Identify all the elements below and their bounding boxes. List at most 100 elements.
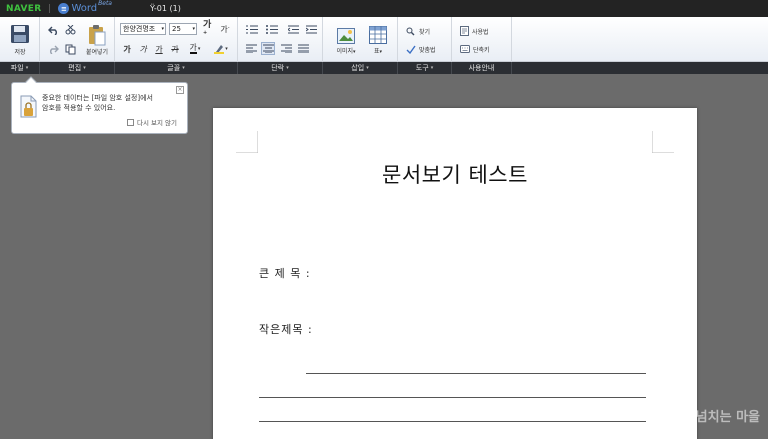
justify-button[interactable]	[296, 42, 310, 55]
document-field-subtitle[interactable]: 작은제목 :	[259, 321, 313, 337]
underline-rule	[259, 397, 646, 398]
chevron-down-icon: ▾	[161, 26, 164, 32]
underline-icon: 가	[155, 44, 163, 54]
paste-button[interactable]: 붙여넣기	[82, 21, 112, 59]
divider	[49, 4, 51, 13]
spellcheck-label: 맞춤법	[419, 46, 436, 54]
align-center-button[interactable]	[261, 42, 275, 55]
insert-table-button[interactable]: 표▾	[363, 21, 393, 59]
file-menu[interactable]: 파일 ▾	[0, 62, 40, 74]
font-menu[interactable]: 글꼴 ▾	[115, 62, 238, 74]
outdent-icon	[287, 25, 299, 33]
numbered-list-button[interactable]	[244, 23, 260, 35]
align-left-button[interactable]	[244, 42, 258, 55]
underline-rule	[306, 373, 646, 374]
tooltip-line-1: 중요한 데이터는 [파일 암호 설정]에서	[42, 94, 153, 102]
paragraph-group	[238, 17, 323, 62]
increase-indent-button[interactable]	[304, 23, 318, 35]
beta-badge: Beta	[98, 0, 112, 7]
table-icon	[369, 25, 387, 44]
undo-button[interactable]	[47, 24, 59, 36]
save-button[interactable]: 저장	[6, 21, 34, 59]
highlight-button[interactable]: ▾	[211, 43, 231, 55]
chevron-down-icon: ▾	[286, 65, 289, 71]
floppy-disk-icon	[11, 25, 29, 43]
document-title[interactable]: Ÿ-01 (1)	[150, 4, 181, 13]
font-group: 한양견명조 ▾ 25 ▾ 가+ 가- 가 가 가 가 가 ▾ ▾	[115, 17, 238, 62]
underline-button[interactable]: 가	[153, 43, 165, 55]
font-shrink-icon: 가-	[220, 23, 230, 34]
cut-button[interactable]	[64, 24, 76, 36]
indent-icon	[305, 25, 317, 33]
chevron-down-icon: ▾	[192, 26, 195, 32]
dont-show-again-checkbox[interactable]: 다시 보지 않기	[126, 117, 177, 127]
bullet-list-icon	[266, 24, 278, 34]
guide-menu[interactable]: 사용안내	[452, 62, 512, 74]
align-center-icon	[262, 44, 274, 53]
bullet-list-button[interactable]	[264, 23, 280, 35]
scissors-icon	[65, 25, 75, 35]
chevron-down-icon: ▾	[83, 65, 86, 71]
checkbox-box[interactable]	[126, 118, 134, 126]
guide-group: 사용법 단축키	[452, 17, 512, 62]
usage-guide-button[interactable]: 사용법	[460, 25, 506, 37]
word-icon: ≡	[58, 3, 70, 14]
title-bar: NAVER ≡ Word Beta Ÿ-01 (1)	[0, 0, 768, 17]
insert-menu[interactable]: 삽입 ▾	[323, 62, 398, 74]
chevron-down-icon: ▾	[25, 65, 29, 71]
font-name-value: 한양견명조	[123, 25, 156, 33]
strikethrough-button[interactable]: 가	[169, 43, 181, 55]
tooltip-line-2: 암호를 적용할 수 있어요.	[42, 104, 116, 112]
tools-menu[interactable]: 도구 ▾	[398, 62, 452, 74]
italic-button[interactable]: 가	[137, 43, 149, 55]
tooltip-arrow	[25, 76, 37, 88]
image-icon	[337, 27, 355, 44]
tools-group: 찾기 맞춤법	[398, 17, 452, 62]
find-replace-icon	[406, 27, 415, 35]
font-grow-icon: 가+	[203, 20, 212, 36]
keyboard-icon	[460, 45, 470, 53]
font-shrink-button[interactable]: 가-	[219, 23, 231, 35]
insert-image-button[interactable]: 이미지▾	[331, 23, 361, 59]
font-size-select[interactable]: 25 ▾	[169, 23, 197, 35]
copy-button[interactable]	[64, 43, 76, 55]
chevron-down-icon: ▾	[430, 65, 434, 71]
document-field-title[interactable]: 큰 제 목 :	[259, 265, 311, 281]
align-right-button[interactable]	[279, 42, 293, 55]
document-page[interactable]: 문서보기 테스트 큰 제 목 : 작은제목 :	[213, 108, 697, 439]
chevron-down-icon: ▾	[366, 65, 369, 71]
word-logo[interactable]: ≡ Word Beta	[58, 0, 112, 14]
chevron-down-icon: ▾	[182, 65, 185, 71]
font-grow-button[interactable]: 가+	[203, 20, 215, 36]
edit-menu[interactable]: 편집 ▾	[40, 62, 115, 74]
naver-logo[interactable]: NAVER	[6, 4, 41, 14]
margin-corner-top-left	[236, 131, 258, 153]
redo-button[interactable]	[47, 43, 59, 55]
dont-show-again-label: 다시 보지 않기	[136, 119, 177, 127]
font-size-value: 25	[172, 25, 181, 33]
spellcheck-icon	[406, 45, 416, 54]
font-name-select[interactable]: 한양견명조 ▾	[120, 23, 166, 35]
image-label: 이미지▾	[336, 47, 356, 55]
watermark: 정이 넘치는 마을	[667, 410, 760, 425]
font-color-icon: 가	[189, 43, 197, 54]
decrease-indent-button[interactable]	[286, 23, 300, 35]
paragraph-menu[interactable]: 단락 ▾	[238, 62, 323, 74]
chevron-down-icon: ▾	[225, 46, 228, 52]
font-color-button[interactable]: 가 ▾	[185, 43, 205, 55]
bold-button[interactable]: 가	[121, 43, 133, 55]
numbered-list-icon	[246, 25, 258, 33]
ribbon-group-labels: 파일 ▾ 편집 ▾ 글꼴 ▾ 단락 ▾ 삽입 ▾ 도구 ▾ 사용안내	[0, 62, 768, 74]
shortcut-keys-button[interactable]: 단축키	[460, 43, 506, 55]
align-left-icon	[245, 44, 257, 53]
save-label: 저장	[14, 49, 26, 56]
document-heading[interactable]: 문서보기 테스트	[213, 159, 697, 189]
spellcheck-button[interactable]: 맞춤법	[406, 43, 448, 55]
tooltip-message: 중요한 데이터는 [파일 암호 설정]에서 암호를 적용할 수 있어요.	[42, 93, 182, 113]
margin-corner-top-right	[652, 131, 674, 153]
help-book-icon	[460, 26, 469, 36]
usage-guide-label: 사용법	[472, 28, 489, 36]
find-button[interactable]: 찾기	[406, 25, 448, 37]
redo-icon	[49, 45, 59, 54]
italic-icon: 가	[139, 44, 147, 54]
